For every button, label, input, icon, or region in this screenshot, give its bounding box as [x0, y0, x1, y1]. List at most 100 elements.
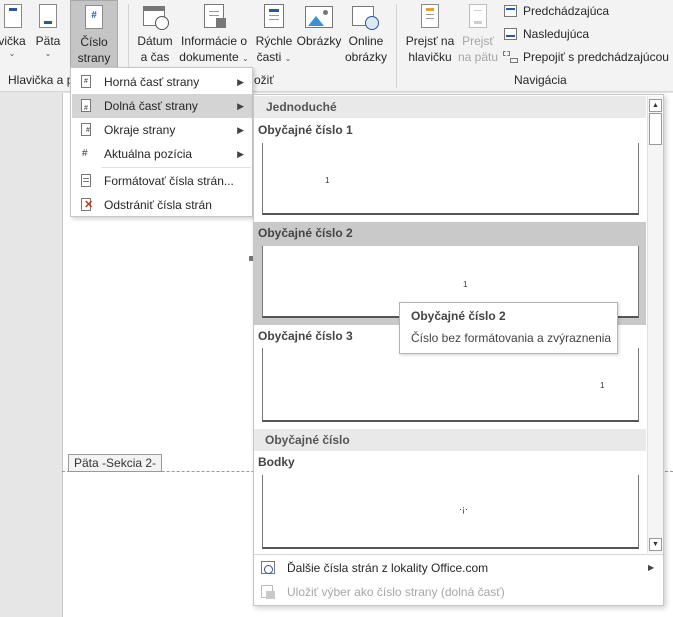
link-icon — [503, 50, 519, 64]
goto-header-icon — [418, 4, 442, 30]
group-separator — [396, 4, 397, 88]
goto-footer-icon — [466, 4, 490, 30]
gallery-item-title: Obyčajné číslo 1 — [258, 123, 353, 137]
more-page-numbers-office-com[interactable]: Ďalšie čísla strán z lokality Office.com… — [254, 556, 663, 580]
quick-parts-icon — [262, 4, 286, 30]
chevron-down-icon: ⌄ — [44, 49, 52, 58]
scroll-thumb[interactable] — [649, 113, 662, 145]
menu-item-label: Aktuálna pozícia — [104, 147, 193, 161]
link-to-previous-button[interactable]: Prepojiť s predchádzajúcou — [503, 47, 669, 67]
quick-parts-label-1: Rýchle — [255, 34, 293, 48]
next-section-button[interactable]: Nasledujúca — [503, 24, 589, 44]
page-number-sample: 1 — [325, 176, 330, 185]
menu-separator — [101, 167, 251, 168]
page-margin-icon: # — [79, 123, 93, 137]
chevron-down-icon: ⌄ — [242, 54, 249, 63]
picture-icon — [304, 4, 334, 30]
goto-footer-label-1: Prejsť — [462, 34, 494, 48]
footer-button-label: Päta — [35, 34, 61, 48]
office-com-icon — [260, 561, 276, 575]
remove-page-numbers-icon: ✕ — [79, 198, 93, 212]
page-number-sample: 1 — [600, 381, 605, 390]
gallery-item-preview: ·¡· — [262, 475, 639, 549]
chevron-down-icon: ⌄ — [284, 54, 292, 63]
scroll-up-icon[interactable]: ▲ — [649, 99, 662, 112]
next-section-icon — [503, 27, 519, 41]
menu-item-format-page-numbers[interactable]: Formátovať čísla strán... — [72, 169, 252, 193]
menu-item-label: Okraje strany — [104, 123, 176, 137]
gallery-section-simple: Jednoduché — [254, 96, 646, 118]
pictures-button[interactable]: Obrázky — [296, 0, 342, 72]
header-button-label: vička — [0, 34, 26, 48]
menu-item-remove-page-numbers[interactable]: ✕ Odstrániť čísla strán — [72, 193, 252, 217]
chevron-right-icon: ▶ — [648, 563, 655, 572]
gallery-item-preview: 1 — [262, 348, 639, 422]
footer-section-tag: Päta -Sekcia 2- — [68, 454, 163, 472]
page-number-icon: # — [82, 5, 106, 31]
gallery-item-title: Obyčajné číslo 2 — [258, 226, 353, 240]
pictures-label: Obrázky — [296, 34, 342, 48]
save-selection-as-page-number[interactable]: Uložiť výber ako číslo strany (dolná čas… — [254, 580, 663, 604]
gallery-item-dots[interactable]: Bodky ·¡· — [254, 453, 646, 549]
previous-section-button[interactable]: Predchádzajúca — [503, 1, 609, 21]
next-section-label: Nasledujúca — [523, 27, 590, 41]
date-time-label-2: a čas — [140, 50, 170, 64]
calendar-icon — [143, 4, 169, 30]
document-info-button[interactable]: Informácie o dokumente ⌄ — [178, 0, 250, 72]
gallery-section-plain: Obyčajné číslo — [254, 429, 646, 451]
online-pictures-label-2: obrázky — [344, 50, 388, 64]
previous-section-label: Predchádzajúca — [523, 4, 610, 18]
menu-item-page-margins[interactable]: # Okraje strany ▶ — [72, 118, 252, 142]
page-number-label-1: Číslo — [80, 35, 108, 49]
group-label-navigation: Navigácia — [514, 73, 567, 87]
document-info-label-1: Informácie o — [180, 34, 248, 48]
goto-header-button[interactable]: Prejsť na hlavičku — [403, 0, 457, 72]
menu-item-top-of-page[interactable]: # Horná časť strany ▶ — [72, 70, 252, 94]
goto-footer-button[interactable]: Prejsť na pätu — [456, 0, 500, 72]
save-selection-icon — [260, 585, 276, 599]
goto-header-label-2: hlavičku — [408, 50, 452, 64]
footer-button[interactable]: Päta ⌄ — [33, 0, 63, 72]
gallery-scrollbar[interactable]: ▲ ▼ — [647, 96, 663, 553]
gallery-item-preview: 1 — [262, 143, 639, 215]
page-number-label-2: strany — [77, 51, 111, 65]
group-label-header-footer: Hlavička a p — [8, 73, 74, 87]
quick-parts-button[interactable]: Rýchle časti ⌄ — [253, 0, 295, 72]
more-page-numbers-label: Ďalšie čísla strán z lokality Office.com — [287, 561, 489, 575]
chevron-right-icon: ▶ — [237, 149, 244, 159]
menu-item-label: Odstrániť čísla strán — [104, 198, 212, 212]
goto-footer-label-2: na pätu — [457, 50, 499, 64]
document-info-label-2: dokumente ⌄ — [178, 49, 250, 65]
gallery-footer-separator — [254, 554, 663, 555]
save-selection-label: Uložiť výber ako číslo strany (dolná čas… — [287, 585, 505, 599]
page-top-icon: # — [79, 75, 93, 89]
current-position-icon: # — [82, 148, 88, 159]
online-pictures-button[interactable]: Online obrázky — [344, 0, 388, 72]
header-button[interactable]: vička ⌄ — [0, 0, 28, 72]
group-label-insert: ožiť — [254, 73, 274, 87]
document-info-icon — [202, 4, 226, 30]
document-info-label-2-text: dokumente — [179, 50, 239, 64]
page-number-menu: # Horná časť strany ▶ # Dolná časť stran… — [70, 67, 253, 217]
quick-parts-label-2-text: časti — [256, 50, 282, 64]
menu-item-current-position[interactable]: # Aktuálna pozícia ▶ — [72, 142, 252, 166]
gallery-item-plain-number-1[interactable]: Obyčajné číslo 1 1 — [254, 119, 646, 219]
menu-item-bottom-of-page[interactable]: # Dolná časť strany ▶ — [72, 94, 252, 118]
tooltip-description: Číslo bez formátovania a zvýraznenia — [411, 331, 612, 345]
chevron-right-icon: ▶ — [237, 77, 244, 87]
gallery-item-title: Obyčajné číslo 3 — [258, 329, 353, 343]
date-time-button[interactable]: Dátum a čas — [134, 0, 176, 72]
menu-item-label: Dolná časť strany — [104, 99, 198, 113]
menu-item-label: Formátovať čísla strán... — [104, 174, 234, 188]
gallery-item-title: Bodky — [258, 455, 295, 469]
chevron-down-icon: ⌄ — [8, 49, 16, 58]
goto-header-label-1: Prejsť na — [405, 34, 455, 48]
date-time-label-1: Dátum — [137, 34, 173, 48]
footer-icon — [36, 4, 60, 30]
page-number-sample: 1 — [463, 280, 468, 289]
page-number-sample: ·¡· — [459, 504, 468, 514]
scroll-down-icon[interactable]: ▼ — [649, 538, 662, 551]
chevron-right-icon: ▶ — [237, 101, 244, 111]
page-number-button[interactable]: # Číslo strany — [70, 0, 118, 70]
online-picture-icon — [351, 4, 381, 30]
